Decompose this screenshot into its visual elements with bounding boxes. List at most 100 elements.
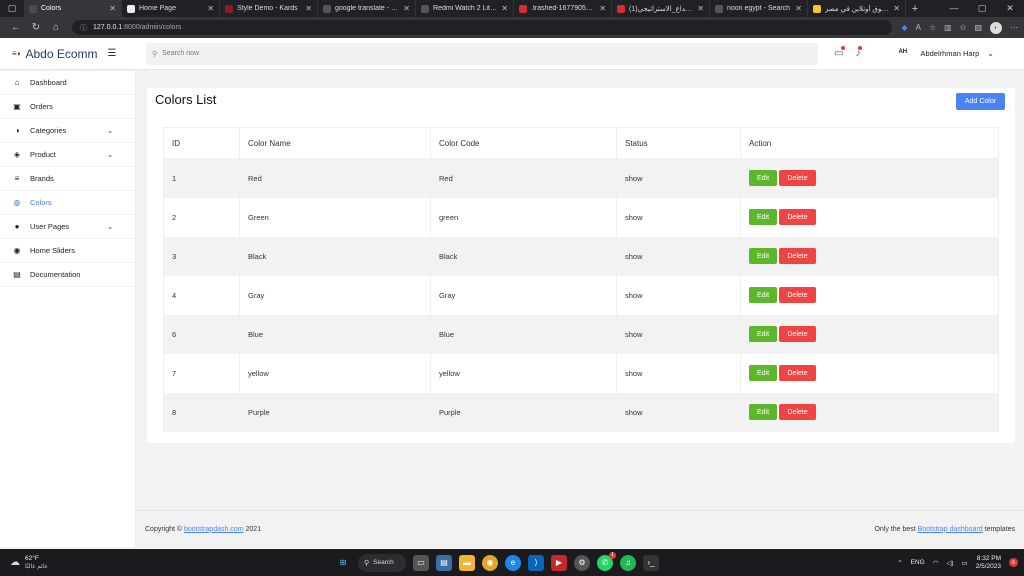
cell-action: Edit Delete xyxy=(740,353,999,393)
sidebar-item-colors[interactable]: ◍ Colors xyxy=(0,191,135,215)
edit-button[interactable]: Edit xyxy=(749,365,777,381)
tab-close-icon[interactable]: ✕ xyxy=(109,4,116,13)
tab-close-icon[interactable]: ✕ xyxy=(697,4,704,13)
taskbar: ☁ 62°F غائم غالبًا ⊞ ⚲ Search ▭ ▤ ▬ ◉ e ⟩… xyxy=(0,549,1024,576)
notification-count[interactable]: 6 xyxy=(1009,558,1018,567)
chevron-up-icon[interactable]: ⌃ xyxy=(897,559,902,567)
back-icon[interactable]: ← xyxy=(6,22,26,33)
weather-widget[interactable]: ☁ 62°F غائم غالبًا xyxy=(0,555,120,571)
cell-color-name: Blue xyxy=(239,314,431,354)
browser-tab[interactable]: Style Demo - Kards ✕ xyxy=(220,0,318,17)
messages-icon[interactable]: ▭ xyxy=(834,46,846,59)
cell-status: show xyxy=(616,314,741,354)
site-info-icon[interactable]: ⓘ xyxy=(80,23,87,33)
browser-tab[interactable]: التسوق أونلاين في مصر ✕ xyxy=(808,0,906,17)
wifi-icon[interactable]: ◠ xyxy=(933,559,939,567)
table-body: 1 Red Red show Edit Delete 2 Green green show Edit… xyxy=(163,158,999,432)
sidebar-toggle-icon[interactable]: ☰ xyxy=(108,48,117,59)
sidebar-item-documentation[interactable]: ▤ Documentation xyxy=(0,263,135,287)
bootstrap-dashboard-link[interactable]: Bootstrap dashboard xyxy=(918,526,983,533)
chrome-icon[interactable]: ◉ xyxy=(482,554,498,571)
sidebar-item-brands[interactable]: ≡ Brands xyxy=(0,167,135,191)
tab-close-icon[interactable]: ✕ xyxy=(893,4,900,13)
home-browser-icon[interactable]: ⌂ xyxy=(46,22,66,33)
bootstrapdash-link[interactable]: bootstrapdash.com xyxy=(184,526,244,533)
add-color-button[interactable]: Add Color xyxy=(956,93,1005,110)
edge-icon[interactable]: e xyxy=(505,554,521,571)
browser-tab[interactable]: Redmi Watch 2 Lite SM✕ xyxy=(416,0,514,17)
vscode-icon[interactable]: ⟩ xyxy=(528,554,544,571)
sidebar-item-categories[interactable]: ◑ Categories ⌄ xyxy=(0,119,135,143)
new-tab-button[interactable]: + xyxy=(906,3,924,15)
notifications-bell-icon[interactable]: ♪ xyxy=(855,46,863,59)
sidebar-item-dashboard[interactable]: ⌂ Dashboard xyxy=(0,71,135,95)
url-host: 127.0.0.1 xyxy=(93,24,123,31)
edit-button[interactable]: Edit xyxy=(749,287,777,303)
more-icon[interactable]: ⋯ xyxy=(1010,23,1018,32)
delete-button[interactable]: Delete xyxy=(779,248,816,264)
browser-tab[interactable]: Colors ✕ xyxy=(24,0,122,17)
start-icon[interactable]: ⊞ xyxy=(335,555,351,571)
close-window-icon[interactable]: ✕ xyxy=(996,3,1024,14)
widgets-icon[interactable]: ▤ xyxy=(436,554,452,571)
delete-button[interactable]: Delete xyxy=(779,170,816,187)
sidebar-item-orders[interactable]: ▣ Orders xyxy=(0,95,135,119)
profile-avatar[interactable]: ◐ xyxy=(990,21,1002,34)
settings-icon[interactable]: ⚙ xyxy=(574,554,590,571)
sidebar-item-home-sliders[interactable]: ◉ Home Sliders xyxy=(0,239,135,263)
tab-close-icon[interactable]: ✕ xyxy=(501,4,508,13)
search-input[interactable] xyxy=(162,50,463,57)
taskbar-search[interactable]: ⚲ Search xyxy=(358,553,406,572)
tagline-suffix: templates xyxy=(984,525,1015,533)
url-field[interactable]: ⓘ 127.0.0.1:8000/admin/colors xyxy=(72,20,892,35)
tag-icon[interactable]: ◆ xyxy=(902,23,908,32)
browser-tab[interactable]: الخداع_الاستراتيجي(1).pdf✕ xyxy=(612,0,710,17)
home-icon: ⌂ xyxy=(14,78,20,87)
window-menu-icon[interactable]: ▢ xyxy=(0,0,24,17)
brand-name[interactable]: Abdo Ecomm xyxy=(26,47,98,61)
tab-close-icon[interactable]: ✕ xyxy=(403,4,410,13)
browser-tab[interactable]: .trashed-1677905930-…✕ xyxy=(514,0,612,17)
file-explorer-icon[interactable]: ▬ xyxy=(459,554,475,571)
spotify-icon[interactable]: ♫ xyxy=(620,554,636,571)
edit-button[interactable]: Edit xyxy=(749,209,777,225)
collections-icon[interactable]: ▧ xyxy=(974,23,982,32)
cell-id: 1 xyxy=(163,158,240,198)
volume-icon[interactable]: ◁) xyxy=(946,559,953,567)
sidebar-item-user-pages[interactable]: ● User Pages ⌄ xyxy=(0,215,135,239)
edit-button[interactable]: Edit xyxy=(749,326,777,342)
tab-close-icon[interactable]: ✕ xyxy=(795,4,802,13)
media-icon[interactable]: ▶ xyxy=(551,554,567,571)
user-menu[interactable]: AH Abdelrhman Harp ⌄ xyxy=(898,49,993,58)
edit-button[interactable]: Edit xyxy=(749,248,777,264)
clock[interactable]: 8:32 PM 2/5/2023 xyxy=(976,555,1001,571)
browser-tab[interactable]: noon egypt - Search ✕ xyxy=(710,0,808,17)
edit-button[interactable]: Edit xyxy=(749,404,777,420)
browser-tab[interactable]: google translate - Sear ✕ xyxy=(318,0,416,17)
sidebar-item-product[interactable]: ◈ Product ⌄ xyxy=(0,143,135,167)
minimize-icon[interactable]: — xyxy=(940,3,968,14)
edit-button[interactable]: Edit xyxy=(749,170,777,187)
browser-tab[interactable]: Home Page ✕ xyxy=(122,0,220,17)
battery-icon[interactable]: ▭ xyxy=(962,559,968,567)
tab-close-icon[interactable]: ✕ xyxy=(305,4,312,13)
delete-button[interactable]: Delete xyxy=(779,287,816,303)
delete-button[interactable]: Delete xyxy=(779,326,816,342)
task-view-icon[interactable]: ▭ xyxy=(413,554,429,571)
favorites-icon[interactable]: ✩ xyxy=(960,23,967,32)
cell-color-code: Purple xyxy=(430,392,617,432)
delete-button[interactable]: Delete xyxy=(779,209,816,225)
maximize-icon[interactable]: ▢ xyxy=(968,3,996,14)
read-aloud-icon[interactable]: A xyxy=(916,23,921,32)
favorite-icon[interactable]: ☆ xyxy=(929,23,936,32)
tab-close-icon[interactable]: ✕ xyxy=(599,4,606,13)
refresh-icon[interactable]: ↻ xyxy=(26,22,46,33)
language-indicator[interactable]: ENG xyxy=(911,559,925,566)
table-row: 7 yellow yellow show Edit Delete xyxy=(163,353,999,393)
delete-button[interactable]: Delete xyxy=(779,404,816,420)
tab-close-icon[interactable]: ✕ xyxy=(207,4,214,13)
whatsapp-icon[interactable]: ✆ 1 xyxy=(597,551,616,571)
terminal-icon[interactable]: ›_ xyxy=(643,554,659,571)
split-screen-icon[interactable]: ▥ xyxy=(944,23,952,32)
delete-button[interactable]: Delete xyxy=(779,365,816,381)
